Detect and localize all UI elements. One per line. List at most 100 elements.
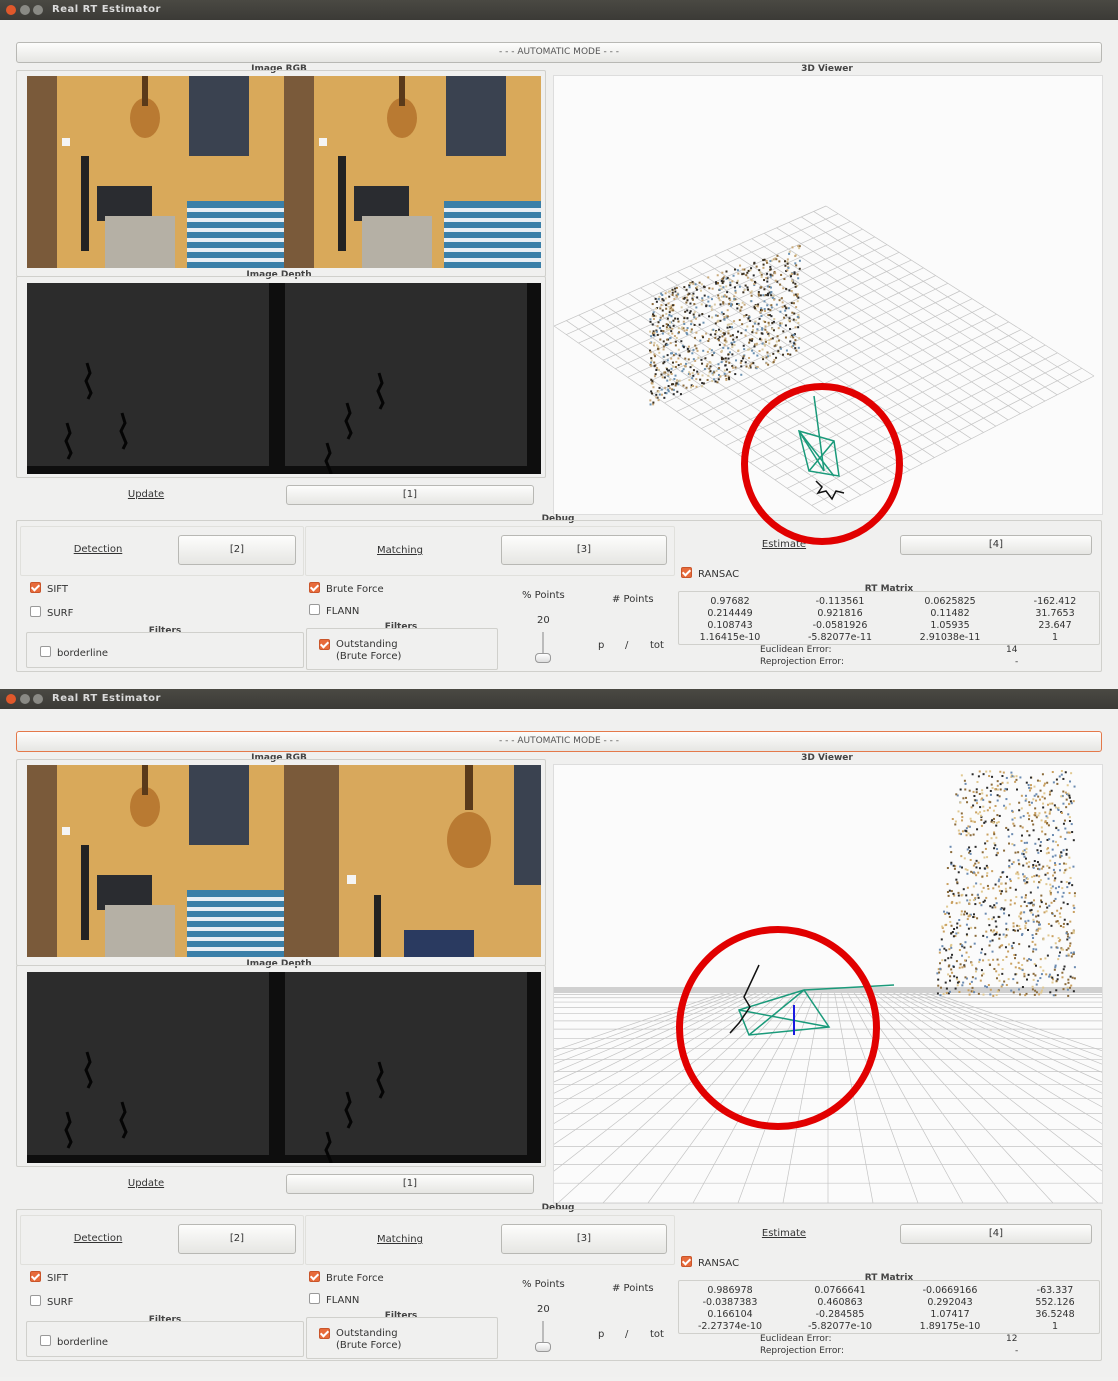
outstanding-label-line1: Outstanding <box>336 1328 398 1339</box>
flann-check-box[interactable] <box>309 1293 320 1304</box>
estimate-button[interactable]: [4] <box>900 1224 1092 1244</box>
detection-button[interactable]: [2] <box>178 535 296 565</box>
reprojection-error-value: - <box>1015 1346 1019 1356</box>
brute-force-check-box[interactable] <box>309 1271 320 1282</box>
euclidean-error-label: Euclidean Error: <box>760 645 832 655</box>
borderline-label: borderline <box>57 1337 109 1348</box>
update-label[interactable]: Update <box>110 1178 182 1189</box>
num-points-label: # Points <box>612 594 654 605</box>
update-label[interactable]: Update <box>110 489 182 500</box>
close-window-icon[interactable] <box>6 5 16 15</box>
borderline-check-box[interactable] <box>40 646 51 657</box>
app-window-2: Real RT Estimator - - - AUTOMATIC MODE -… <box>0 689 1118 1377</box>
reprojection-error-label: Reprojection Error: <box>760 657 845 667</box>
outstanding-checkbox[interactable] <box>319 1328 336 1341</box>
ransac-label: RANSAC <box>698 569 740 580</box>
outstanding-label-line2: (Brute Force) <box>336 651 402 662</box>
points-slash-label: / <box>625 1329 629 1340</box>
rt-matrix-cell: 0.108743 <box>707 620 753 631</box>
update-button[interactable]: [1] <box>286 485 534 505</box>
rt-matrix-cell: 1.16415e-10 <box>699 632 761 643</box>
percent-points-slider-handle[interactable] <box>535 653 551 663</box>
matching-label[interactable]: Matching <box>362 1234 438 1245</box>
brute-force-checkbox[interactable]: Brute Force <box>309 582 384 595</box>
detection-label[interactable]: Detection <box>60 1233 136 1244</box>
matching-button[interactable]: [3] <box>501 535 667 565</box>
rt-matrix-cell: -5.82077e-10 <box>807 1321 873 1332</box>
sift-check-box[interactable] <box>30 582 41 593</box>
matching-button[interactable]: [3] <box>501 1224 667 1254</box>
title-bar: Real RT Estimator <box>0 689 1118 709</box>
rt-matrix-cell: -5.82077e-11 <box>807 632 873 643</box>
rt-matrix-cell: 0.986978 <box>707 1285 753 1296</box>
sift-checkbox[interactable]: SIFT <box>30 1271 68 1284</box>
rt-matrix-cell: -162.412 <box>1033 596 1077 607</box>
depth-edge <box>527 283 541 474</box>
outstanding-label-line1: Outstanding <box>336 639 398 650</box>
close-window-icon[interactable] <box>6 694 16 704</box>
estimate-button[interactable]: [4] <box>900 535 1092 555</box>
window-title: Real RT Estimator <box>52 4 161 15</box>
surf-checkbox[interactable]: SURF <box>30 606 73 619</box>
outstanding-check-box[interactable] <box>319 1328 330 1339</box>
rt-matrix-cell: -0.284585 <box>815 1309 865 1320</box>
ransac-checkbox[interactable]: RANSAC <box>681 567 739 580</box>
rt-matrix-cell: -0.0669166 <box>922 1285 978 1296</box>
borderline-check-box[interactable] <box>40 1335 51 1346</box>
borderline-checkbox[interactable]: borderline <box>40 1335 108 1348</box>
outstanding-checkbox[interactable] <box>319 639 336 652</box>
detection-button[interactable]: [2] <box>178 1224 296 1254</box>
reprojection-error-value: - <box>1015 657 1019 667</box>
update-button[interactable]: [1] <box>286 1174 534 1194</box>
minimize-window-icon[interactable] <box>20 694 30 704</box>
percent-points-value: 20 <box>537 1304 550 1315</box>
image-rgb-view <box>27 76 541 268</box>
depth-divider <box>269 972 285 1163</box>
ransac-check-box[interactable] <box>681 1256 692 1267</box>
surf-label: SURF <box>47 1297 74 1308</box>
rt-matrix-cell: 0.460863 <box>817 1297 863 1308</box>
automatic-mode-button[interactable]: - - - AUTOMATIC MODE - - - <box>16 42 1102 63</box>
rgb-frame-image <box>27 76 284 268</box>
rt-matrix-cell: 1.07417 <box>930 1309 970 1320</box>
flann-checkbox[interactable]: FLANN <box>309 1293 359 1306</box>
depth-divider <box>269 283 285 474</box>
estimate-label[interactable]: Estimate <box>748 1228 820 1239</box>
rt-matrix-cell: -63.337 <box>1036 1285 1074 1296</box>
maximize-window-icon[interactable] <box>33 694 43 704</box>
image-rgb-view <box>27 765 541 957</box>
rt-matrix-cell: 0.214449 <box>707 608 753 619</box>
rt-matrix-cell: 0.11482 <box>930 608 970 619</box>
flann-check-box[interactable] <box>309 604 320 615</box>
sift-checkbox[interactable]: SIFT <box>30 582 68 595</box>
automatic-mode-button[interactable]: - - - AUTOMATIC MODE - - - <box>16 731 1102 752</box>
maximize-window-icon[interactable] <box>33 5 43 15</box>
surf-checkbox[interactable]: SURF <box>30 1295 73 1308</box>
outstanding-label: Outstanding (Brute Force) <box>336 1328 401 1352</box>
highlight-circle <box>741 383 903 545</box>
ransac-check-box[interactable] <box>681 567 692 578</box>
points-tot-label: tot <box>650 640 664 651</box>
matching-label[interactable]: Matching <box>362 545 438 556</box>
borderline-label: borderline <box>57 648 109 659</box>
borderline-checkbox[interactable]: borderline <box>40 646 108 659</box>
sift-check-box[interactable] <box>30 1271 41 1282</box>
flann-checkbox[interactable]: FLANN <box>309 604 359 617</box>
surf-check-box[interactable] <box>30 1295 41 1306</box>
rt-matrix-cell: -0.0387383 <box>702 1297 758 1308</box>
surf-check-box[interactable] <box>30 606 41 617</box>
minimize-window-icon[interactable] <box>20 5 30 15</box>
detection-label[interactable]: Detection <box>60 544 136 555</box>
flann-label: FLANN <box>326 606 360 617</box>
sift-label: SIFT <box>47 584 68 595</box>
reprojection-error-label: Reprojection Error: <box>760 1346 845 1356</box>
brute-force-checkbox[interactable]: Brute Force <box>309 1271 384 1284</box>
rt-matrix-cell: 1 <box>1051 1321 1059 1332</box>
outstanding-check-box[interactable] <box>319 639 330 650</box>
ransac-checkbox[interactable]: RANSAC <box>681 1256 739 1269</box>
brute-force-check-box[interactable] <box>309 582 320 593</box>
points-p-label: p <box>598 640 605 651</box>
percent-points-label: % Points <box>522 590 565 601</box>
percent-points-slider-handle[interactable] <box>535 1342 551 1352</box>
rt-matrix-cell: 0.292043 <box>927 1297 973 1308</box>
